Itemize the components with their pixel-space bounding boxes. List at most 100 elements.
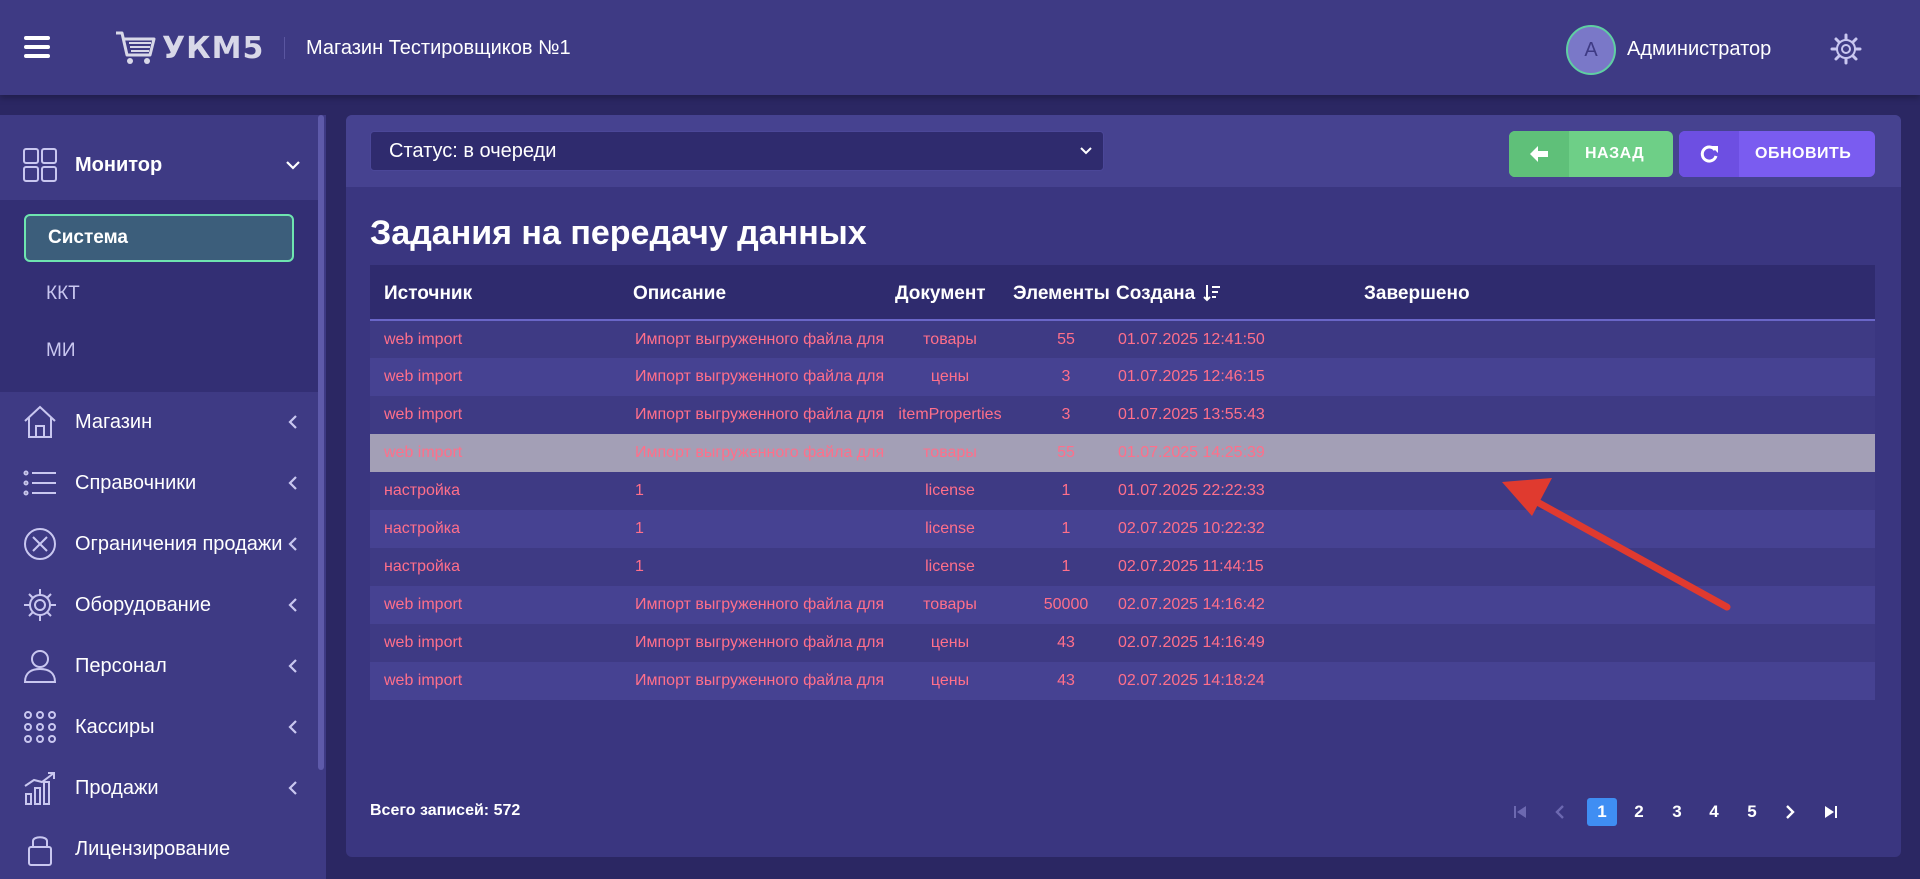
sidebar-item-cashiers[interactable]: Кассиры: [0, 698, 318, 756]
table-row[interactable]: web import Импорт выгруженного файла для …: [370, 396, 1875, 434]
chevron-left-icon: [288, 781, 297, 795]
cell-elements: 1: [1061, 558, 1071, 575]
settings-gear-icon[interactable]: [1830, 33, 1862, 65]
sidebar-item-label: Справочники: [75, 471, 197, 494]
cell-elements: 55: [1057, 444, 1075, 461]
sidebar-item-label: Ограничения продажи: [75, 532, 283, 555]
column-header-elements[interactable]: Элементы: [1013, 283, 1110, 305]
cell-document: itemProperties: [898, 406, 1002, 423]
page-5-button[interactable]: 5: [1737, 798, 1767, 826]
table-row[interactable]: настройка 1 license 1 01.07.2025 22:22:33: [370, 472, 1875, 510]
cell-document: товары: [923, 444, 977, 461]
toolbar: Статус: в очереди НАЗАД ОБНОВИТЬ: [346, 115, 1901, 187]
house-icon: [24, 405, 56, 438]
cell-created: 01.07.2025 14:25:39: [1118, 444, 1265, 461]
status-filter-value: Статус: в очереди: [389, 139, 557, 162]
table-row[interactable]: web import Импорт выгруженного файла для …: [370, 624, 1875, 662]
cell-document: цены: [930, 634, 970, 651]
cell-description: Импорт выгруженного файла для запрос: [635, 444, 885, 461]
sidebar-item-sale-restrictions[interactable]: Ограничения продажи: [0, 515, 318, 573]
list-icon: [23, 470, 56, 496]
first-page-button[interactable]: [1508, 798, 1532, 826]
cell-description: 1: [635, 558, 644, 575]
jobs-table: Источник Описание Документ Элементы Созд…: [370, 265, 1875, 700]
table-row[interactable]: web import Импорт выгруженного файла для …: [370, 586, 1875, 624]
cell-document: товары: [923, 331, 977, 348]
chevron-left-icon: [288, 476, 297, 490]
column-header-description[interactable]: Описание: [633, 283, 726, 305]
column-header-source[interactable]: Источник: [384, 283, 472, 305]
cell-source: настройка: [384, 520, 461, 537]
cell-document: license: [925, 482, 975, 499]
cell-description: 1: [635, 520, 644, 537]
sidebar-item-licensing[interactable]: Лицензирование: [0, 820, 318, 878]
cell-elements: 43: [1057, 634, 1075, 651]
cell-source: web import: [384, 406, 463, 423]
table-row[interactable]: настройка 1 license 1 02.07.2025 11:44:15: [370, 548, 1875, 586]
column-header-created[interactable]: Создана: [1116, 283, 1221, 305]
page-1-button[interactable]: 1: [1587, 798, 1617, 826]
cell-elements: 1: [1061, 520, 1071, 537]
submenu-item-kkt[interactable]: ККТ: [24, 270, 294, 318]
refresh-icon: [1700, 145, 1718, 163]
cell-description: Импорт выгруженного файла для запрос: [635, 672, 885, 689]
page-4-button[interactable]: 4: [1699, 798, 1729, 826]
column-header-document[interactable]: Документ: [895, 283, 986, 305]
submenu-item-mi[interactable]: МИ: [24, 327, 294, 375]
sidebar-item-staff[interactable]: Персонал: [0, 637, 318, 695]
cell-created: 01.07.2025 13:55:43: [1118, 406, 1265, 423]
table-row[interactable]: web import Импорт выгруженного файла для …: [370, 434, 1875, 472]
cell-elements: 43: [1057, 672, 1075, 689]
cell-elements: 1: [1061, 482, 1071, 499]
status-filter-select[interactable]: Статус: в очереди: [370, 131, 1104, 171]
sidebar: Монитор Система ККТ МИ Магазин Справочни…: [0, 115, 326, 879]
cell-description: 1: [635, 482, 644, 499]
table-header: Источник Описание Документ Элементы Созд…: [370, 265, 1875, 321]
grid-icon: [23, 148, 57, 182]
sidebar-item-monitor[interactable]: Монитор: [0, 136, 318, 194]
last-page-button[interactable]: [1819, 798, 1843, 826]
user-name[interactable]: Администратор: [1627, 38, 1771, 61]
back-button[interactable]: НАЗАД: [1509, 131, 1673, 177]
sidebar-item-label: Продажи: [75, 776, 159, 799]
page-3-button[interactable]: 3: [1662, 798, 1692, 826]
page-title: Задания на передачу данных: [370, 214, 867, 252]
prev-page-button[interactable]: [1548, 798, 1572, 826]
sidebar-scrollbar[interactable]: [318, 115, 324, 770]
total-records: Всего записей: 572: [370, 802, 521, 819]
sidebar-item-store[interactable]: Магазин: [0, 393, 318, 451]
refresh-button[interactable]: ОБНОВИТЬ: [1679, 131, 1875, 177]
cell-created: 02.07.2025 14:16:42: [1118, 596, 1265, 613]
table-row[interactable]: web import Импорт выгруженного файла для …: [370, 321, 1875, 358]
table-row[interactable]: web import Импорт выгруженного файла для …: [370, 358, 1875, 396]
table-body: web import Импорт выгруженного файла для …: [370, 321, 1875, 700]
page-2-button[interactable]: 2: [1624, 798, 1654, 826]
table-row[interactable]: настройка 1 license 1 02.07.2025 10:22:32: [370, 510, 1875, 548]
cell-created: 01.07.2025 12:41:50: [1118, 331, 1265, 348]
last-page-icon: [1825, 806, 1837, 818]
sidebar-item-label: Персонал: [75, 654, 167, 677]
cell-description: Импорт выгруженного файла для запрос: [635, 596, 885, 613]
sidebar-item-directories[interactable]: Справочники: [0, 454, 318, 512]
top-header: УКМ5 Магазин Тестировщиков №1 А Админист…: [0, 0, 1920, 95]
cell-created: 02.07.2025 10:22:32: [1118, 520, 1265, 537]
next-page-button[interactable]: [1778, 798, 1802, 826]
app-logo[interactable]: УКМ5: [114, 28, 264, 68]
avatar[interactable]: А: [1566, 25, 1616, 75]
sidebar-item-sales[interactable]: Продажи: [0, 759, 318, 817]
table-row[interactable]: web import Импорт выгруженного файла для …: [370, 662, 1875, 700]
hamburger-menu-icon[interactable]: [24, 36, 50, 58]
logo-text: УКМ5: [162, 30, 265, 66]
sidebar-item-label: Магазин: [75, 410, 153, 433]
sidebar-item-equipment[interactable]: Оборудование: [0, 576, 318, 634]
main-panel: Статус: в очереди НАЗАД ОБНОВИТЬ Задания…: [346, 115, 1901, 857]
first-page-icon: [1514, 806, 1526, 818]
cell-source: web import: [384, 444, 463, 461]
created-header-label: Создана: [1116, 283, 1196, 304]
submenu-item-system[interactable]: Система: [24, 214, 294, 262]
store-name[interactable]: Магазин Тестировщиков №1: [306, 37, 571, 60]
dots-grid-icon: [24, 711, 56, 743]
cell-source: web import: [384, 596, 463, 613]
column-header-finished[interactable]: Завершено: [1364, 283, 1470, 305]
cell-elements: 55: [1057, 331, 1075, 348]
